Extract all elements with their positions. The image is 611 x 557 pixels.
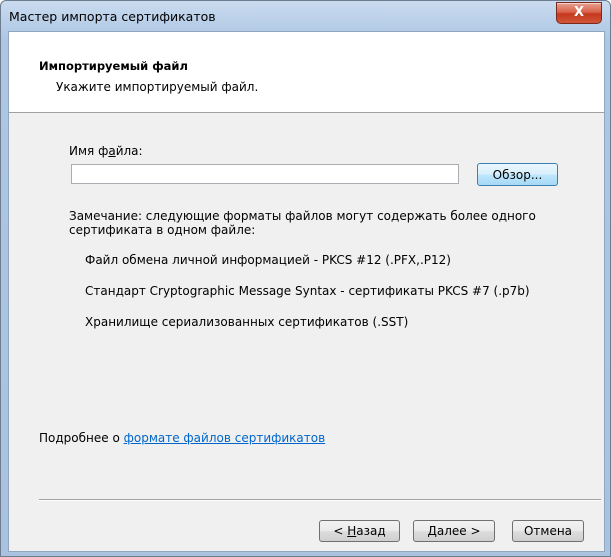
- cert-formats-link[interactable]: формате файлов сертификатов: [124, 431, 326, 445]
- file-name-label: Имя файла:: [69, 144, 143, 158]
- import-wizard-window: Мастер импорта сертификатов X Импортируе…: [0, 0, 611, 557]
- cancel-button[interactable]: Отмена: [512, 520, 584, 542]
- format-item-sst: Хранилище сериализованных сертификатов (…: [85, 315, 409, 329]
- close-icon: X: [573, 5, 585, 20]
- format-item-pfx: Файл обмена личной информацией - PKCS #1…: [85, 253, 451, 267]
- bottom-separator: [39, 499, 601, 501]
- more-info: Подробнее о формате файлов сертификатов: [39, 431, 325, 445]
- wizard-client-area: Импортируемый файл Укажите импортируемый…: [8, 31, 605, 552]
- formats-note: Замечание: следующие форматы файлов могу…: [69, 209, 536, 237]
- file-name-input[interactable]: [71, 164, 459, 184]
- title-bar[interactable]: Мастер импорта сертификатов X: [1, 1, 610, 31]
- page-title: Импортируемый файл: [39, 59, 188, 73]
- more-info-prefix: Подробнее о: [39, 431, 124, 445]
- page-subtitle: Укажите импортируемый файл.: [56, 80, 259, 94]
- wizard-header: Импортируемый файл Укажите импортируемый…: [9, 32, 604, 113]
- window-title: Мастер импорта сертификатов: [9, 9, 216, 24]
- format-item-p7b: Стандарт Cryptographic Message Syntax - …: [85, 284, 530, 298]
- close-button[interactable]: X: [556, 2, 602, 24]
- back-button[interactable]: < Назад: [319, 520, 400, 542]
- browse-button[interactable]: Обзор...: [477, 163, 558, 186]
- next-button[interactable]: Далее >: [413, 520, 495, 542]
